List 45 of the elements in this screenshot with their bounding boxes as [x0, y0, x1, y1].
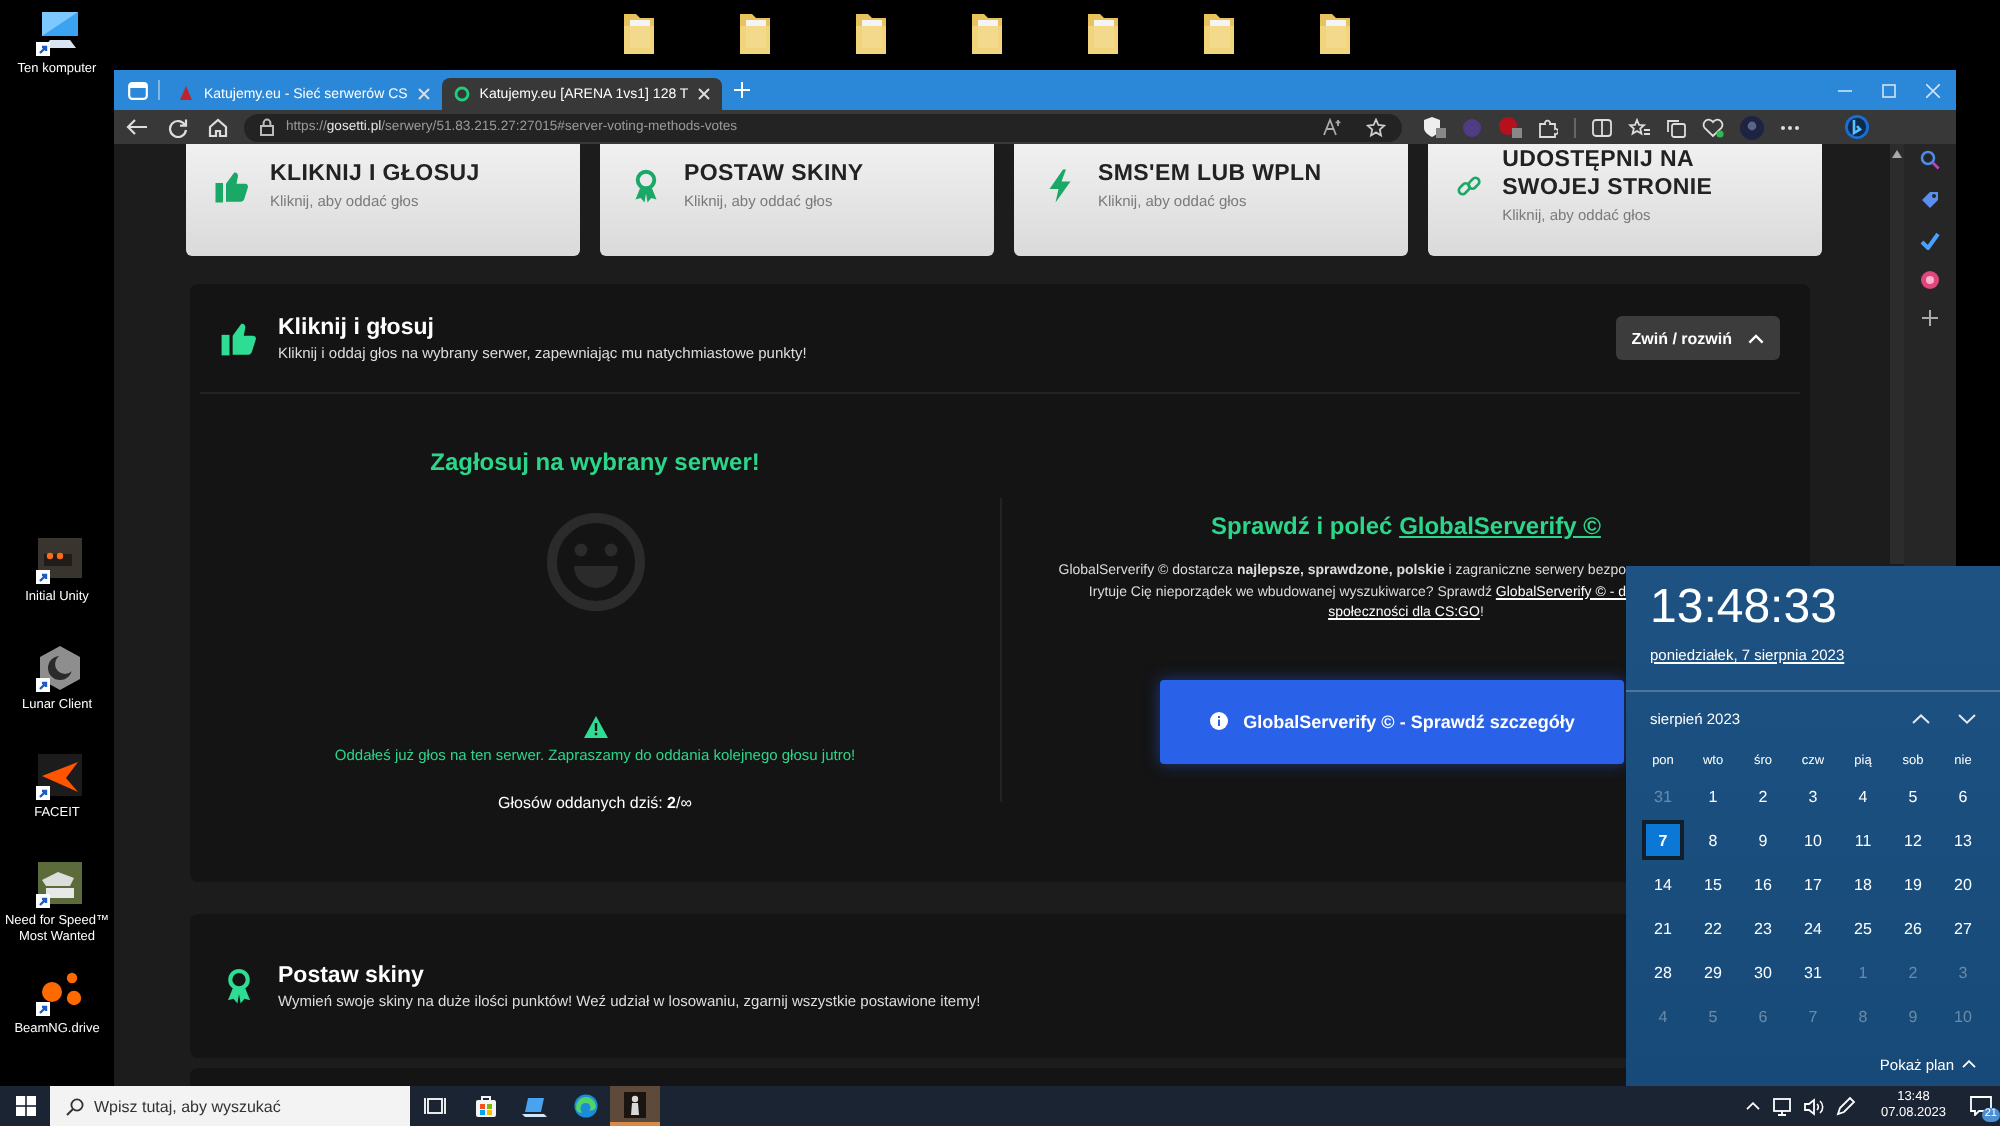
calendar-day[interactable]: 14: [1638, 862, 1688, 906]
panel-link[interactable]: GlobalServerify ©: [1399, 512, 1601, 540]
calendar-day[interactable]: 7: [1642, 820, 1684, 860]
calendar-day[interactable]: 2: [1738, 774, 1788, 818]
calendar-day[interactable]: 5: [1888, 774, 1938, 818]
calendar-day[interactable]: 24: [1788, 906, 1838, 950]
calendar-day[interactable]: 4: [1838, 774, 1888, 818]
search-field[interactable]: Wpisz tutaj, aby wyszukać: [50, 1086, 410, 1126]
calendar-day[interactable]: 19: [1888, 862, 1938, 906]
calendar-day[interactable]: 18: [1838, 862, 1888, 906]
card-title: POSTAW SKINY: [684, 161, 864, 189]
calendar-day[interactable]: 13: [1938, 818, 1988, 862]
calendar-day[interactable]: 26: [1888, 906, 1938, 950]
calendar-day[interactable]: 23: [1738, 906, 1788, 950]
calendar-day[interactable]: 27: [1938, 906, 1988, 950]
calendar-day[interactable]: 3: [1788, 774, 1838, 818]
section-title: Postaw skiny: [278, 963, 426, 987]
section-title: Kliknij i głosuj: [278, 315, 436, 339]
calendar-day[interactable]: 6: [1938, 774, 1988, 818]
panel-title: Sprawdź i poleć GlobalServerify ©: [1211, 512, 1601, 540]
card-title: KLIKNIJ I GŁOSUJ: [270, 161, 480, 189]
collapse-button[interactable]: Zwiń / rozwiń: [1615, 316, 1780, 360]
calendar-day[interactable]: 16: [1738, 862, 1788, 906]
vote-count: Głosów oddanych dziś: 2/∞: [498, 794, 692, 812]
calendar-day[interactable]: 20: [1938, 862, 1988, 906]
card-title: SMS'EM LUB WPLN: [1098, 161, 1322, 189]
calendar-day[interactable]: 30: [1738, 950, 1788, 994]
clock-time: 13:48:33: [1650, 582, 1839, 634]
calendar-day[interactable]: 29: [1688, 950, 1738, 994]
calendar-day[interactable]: 28: [1638, 950, 1688, 994]
card-title: UDOSTĘPNIJ NA SWOJEJ STRONIE: [1502, 148, 1715, 202]
calendar-day[interactable]: 10: [1788, 818, 1838, 862]
calendar-day[interactable]: 1: [1688, 774, 1738, 818]
calendar-day[interactable]: 8: [1688, 818, 1738, 862]
calendar-day[interactable]: 22: [1688, 906, 1738, 950]
calendar-day[interactable]: 17: [1788, 862, 1838, 906]
calendar-day[interactable]: 15: [1688, 862, 1738, 906]
calendar-day[interactable]: 25: [1838, 906, 1888, 950]
calendar-day[interactable]: 12: [1888, 818, 1938, 862]
panel-title: Zagłosuj na wybrany serwer!: [430, 448, 760, 476]
calendar-day[interactable]: 31: [1788, 950, 1838, 994]
calendar-day[interactable]: 21: [1638, 906, 1688, 950]
calendar-day[interactable]: 9: [1738, 818, 1788, 862]
calendar-day[interactable]: 11: [1838, 818, 1888, 862]
details-button[interactable]: GlobalServerify © - Sprawdź szczegóły: [1160, 679, 1624, 763]
